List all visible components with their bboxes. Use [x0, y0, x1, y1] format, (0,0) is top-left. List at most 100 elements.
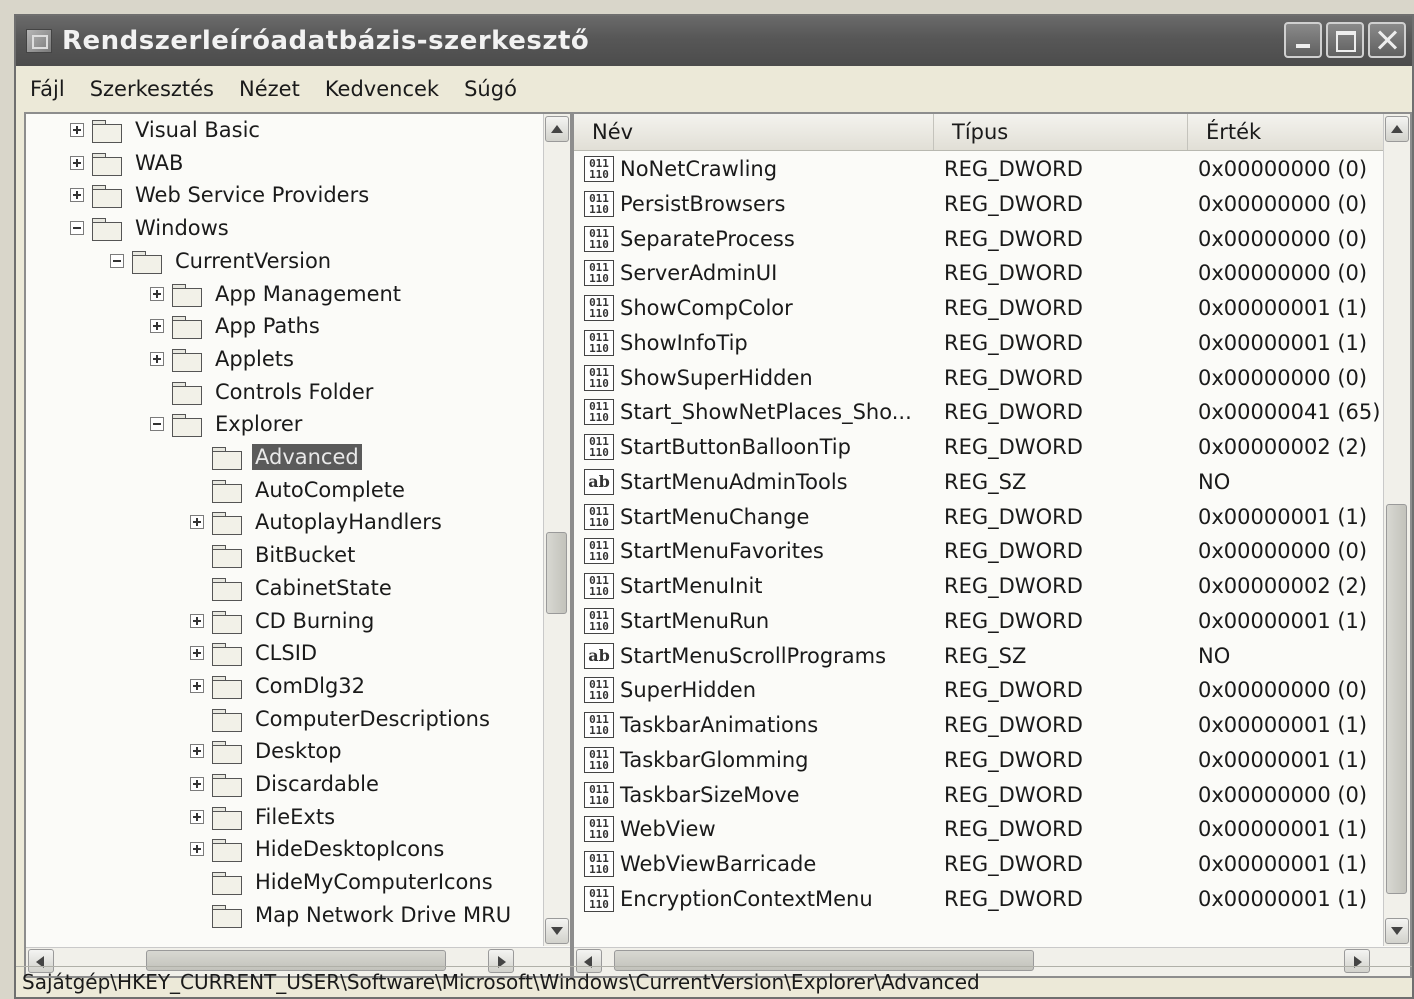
- tree-item-label: AutoComplete: [255, 477, 405, 502]
- value-row[interactable]: 011 110 ShowSuperHidden REG_DWORD 0x0000000…: [574, 361, 1388, 395]
- collapse-minus-icon[interactable]: [110, 253, 124, 268]
- tree-item[interactable]: Windows: [70, 212, 232, 244]
- tree-item[interactable]: Visual Basic: [70, 114, 263, 146]
- value-row[interactable]: 011 110 StartButtonBalloonTip REG_DWORD 0x0…: [574, 430, 1388, 464]
- tree-item[interactable]: Explorer: [150, 408, 305, 440]
- values-scroll-up-button[interactable]: [1385, 116, 1409, 142]
- tree-item[interactable]: CabinetState: [190, 572, 395, 604]
- value-data: 0x00000001 (1): [1198, 817, 1368, 842]
- values-scroll-down-button[interactable]: [1385, 918, 1409, 944]
- folder-icon: [212, 445, 242, 470]
- tree-vertical-scrollbar[interactable]: [543, 114, 570, 946]
- expand-plus-icon[interactable]: [70, 155, 84, 170]
- tree-scroll-up-button[interactable]: [545, 116, 569, 142]
- expand-plus-icon[interactable]: [190, 744, 204, 759]
- tree-item[interactable]: Web Service Providers: [70, 179, 372, 211]
- menu-favorites[interactable]: Kedvencek: [325, 77, 439, 101]
- tree-item[interactable]: FileExts: [190, 801, 338, 833]
- menu-file[interactable]: Fájl: [30, 77, 65, 101]
- tree-item[interactable]: App Paths: [150, 310, 323, 342]
- maximize-button[interactable]: [1326, 22, 1364, 58]
- menu-help[interactable]: Súgó: [464, 77, 517, 101]
- value-row[interactable]: 011 110 WebView REG_DWORD 0x00000001 (1): [574, 812, 1388, 846]
- tree-item[interactable]: App Management: [150, 278, 404, 310]
- value-row[interactable]: 011 110 EncryptionContextMenu REG_DWORD 0x0…: [574, 882, 1388, 916]
- expand-plus-icon[interactable]: [70, 123, 84, 137]
- value-row[interactable]: 011 110 ShowCompColor REG_DWORD 0x00000001 …: [574, 291, 1388, 325]
- expand-plus-icon[interactable]: [150, 286, 164, 301]
- tree-scroll-down-button[interactable]: [545, 918, 569, 944]
- column-header-type[interactable]: Típus: [934, 114, 1188, 150]
- expand-plus-icon[interactable]: [70, 188, 84, 203]
- expand-plus-icon[interactable]: [190, 678, 204, 693]
- minimize-button[interactable]: [1284, 22, 1322, 58]
- expand-plus-icon[interactable]: [190, 842, 204, 857]
- tree-item[interactable]: AutoComplete: [190, 474, 408, 506]
- column-header-value[interactable]: Érték: [1188, 114, 1388, 150]
- tree-item[interactable]: CD Burning: [190, 605, 377, 637]
- value-row[interactable]: 011 110 NoNetCrawling REG_DWORD 0x00000000 …: [574, 152, 1388, 186]
- expand-plus-icon[interactable]: [150, 351, 164, 366]
- tree-item[interactable]: Desktop: [190, 735, 345, 767]
- tree-item[interactable]: HideMyComputerIcons: [190, 866, 496, 898]
- values-vertical-scrollbar[interactable]: [1383, 114, 1410, 946]
- tree-item-label: ComDlg32: [255, 673, 366, 698]
- close-button[interactable]: [1368, 22, 1406, 58]
- expand-plus-icon[interactable]: [190, 809, 204, 824]
- value-row[interactable]: 011 110 ServerAdminUI REG_DWORD 0x00000000 …: [574, 256, 1388, 290]
- expand-plus-icon[interactable]: [190, 613, 204, 628]
- tree-item-label: Map Network Drive MRU: [255, 902, 512, 927]
- tree-item[interactable]: Controls Folder: [150, 376, 376, 408]
- binary-value-icon: 011 110: [584, 503, 614, 530]
- tree-item[interactable]: Discardable: [190, 768, 382, 800]
- column-header-name[interactable]: Név: [574, 114, 934, 150]
- tree-item[interactable]: CurrentVersion: [110, 245, 334, 277]
- value-data: 0x00000001 (1): [1198, 713, 1368, 737]
- values-scroll-thumb[interactable]: [1386, 504, 1407, 894]
- tree-item[interactable]: ComDlg32: [190, 670, 368, 702]
- tree-item[interactable]: HideDesktopIcons: [190, 833, 447, 865]
- value-row[interactable]: ab StartMenuAdminTools REG_SZ NO: [574, 465, 1388, 499]
- value-row[interactable]: 011 110 ShowInfoTip REG_DWORD 0x00000001 (1…: [574, 326, 1388, 360]
- tree-item[interactable]: Applets: [150, 343, 297, 375]
- value-row[interactable]: 011 110 TaskbarGlomming REG_DWORD 0x0000000…: [574, 743, 1388, 777]
- expand-plus-icon[interactable]: [190, 515, 204, 530]
- value-row[interactable]: 011 110 SeparateProcess REG_DWORD 0x0000000…: [574, 222, 1388, 256]
- binary-value-icon: 011 110: [584, 260, 614, 287]
- collapse-minus-icon[interactable]: [150, 417, 164, 432]
- tree-item[interactable]: WAB: [70, 147, 186, 179]
- value-row[interactable]: 011 110 Start_ShowNetPlaces_Sho... REG_DWO…: [574, 395, 1388, 429]
- value-row[interactable]: 011 110 StartMenuChange REG_DWORD 0x0000000…: [574, 500, 1388, 534]
- value-type: REG_DWORD: [944, 296, 1083, 320]
- value-row[interactable]: 011 110 WebViewBarricade REG_DWORD 0x000000…: [574, 847, 1388, 881]
- value-row[interactable]: ab StartMenuScrollPrograms REG_SZ NO: [574, 639, 1388, 673]
- tree-item[interactable]: AutoplayHandlers: [190, 506, 445, 538]
- value-row[interactable]: 011 110 TaskbarSizeMove REG_DWORD 0x0000000…: [574, 778, 1388, 812]
- key-tree-pane[interactable]: Visual Basic WAB Web Service Providers Wind…: [24, 112, 572, 978]
- folder-icon: [212, 609, 242, 634]
- title-bar[interactable]: Rendszerleíróadatbázis-szerkesztő: [16, 16, 1412, 66]
- value-row[interactable]: 011 110 SuperHidden REG_DWORD 0x00000000 (0…: [574, 673, 1388, 707]
- tree-scroll-thumb[interactable]: [546, 532, 567, 614]
- menu-view[interactable]: Nézet: [239, 77, 300, 101]
- collapse-minus-icon[interactable]: [70, 221, 84, 236]
- expand-plus-icon[interactable]: [150, 319, 164, 334]
- value-name: NoNetCrawling: [620, 157, 778, 181]
- value-row[interactable]: 011 110 StartMenuRun REG_DWORD 0x00000001 (…: [574, 604, 1388, 638]
- tree-item[interactable]: Advanced: [190, 441, 362, 473]
- tree-item[interactable]: CLSID: [190, 637, 320, 669]
- menu-edit[interactable]: Szerkesztés: [90, 77, 214, 101]
- value-row[interactable]: 011 110 StartMenuFavorites REG_DWORD 0x0000…: [574, 534, 1388, 568]
- value-data: 0x00000002 (2): [1198, 574, 1368, 598]
- tree-item[interactable]: ComputerDescriptions: [190, 703, 493, 735]
- tree-item[interactable]: Map Network Drive MRU: [190, 899, 514, 931]
- value-type: REG_DWORD: [944, 191, 1083, 216]
- value-row[interactable]: 011 110 TaskbarAnimations REG_DWORD 0x00000…: [574, 708, 1388, 742]
- value-row[interactable]: 011 110 PersistBrowsers REG_DWORD 0x0000000…: [574, 187, 1388, 221]
- tree-item[interactable]: BitBucket: [190, 539, 358, 571]
- values-list-pane[interactable]: Név Típus Érték 011 110 NoNetCrawling REG_…: [572, 112, 1412, 978]
- expand-plus-icon[interactable]: [190, 646, 204, 661]
- value-row[interactable]: 011 110 StartMenuInit REG_DWORD 0x00000002 …: [574, 569, 1388, 603]
- expand-plus-icon[interactable]: [190, 777, 204, 791]
